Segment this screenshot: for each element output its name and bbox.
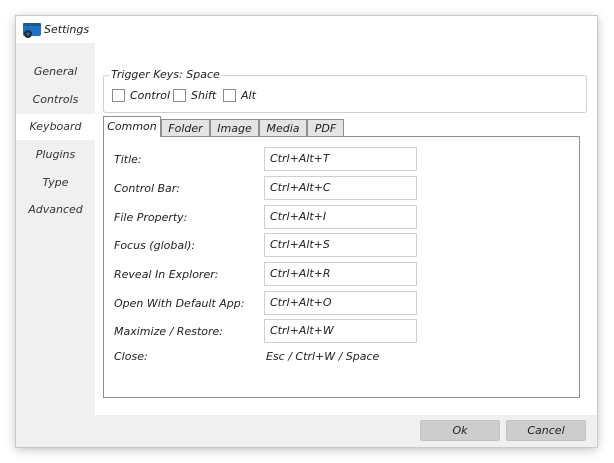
trigger-keys-label: Trigger Keys:	[111, 68, 183, 81]
control-checkbox-box[interactable]	[112, 89, 125, 102]
shortcut-label-title: Title:	[114, 153, 142, 166]
file-property-shortcut-field[interactable]: Ctrl+Alt+I	[264, 205, 417, 229]
dialog-footer: Ok Cancel	[16, 415, 597, 447]
app-window-icon	[23, 23, 41, 38]
common-shortcuts-panel: Title: Ctrl+Alt+T Control Bar: Ctrl+Alt+…	[103, 136, 580, 398]
trigger-keys-value: Space	[186, 68, 220, 81]
sidebar-item-plugins[interactable]: Plugins	[16, 142, 95, 168]
alt-checkbox-box[interactable]	[223, 89, 236, 102]
sidebar-item-type[interactable]: Type	[16, 170, 95, 196]
sidebar-item-keyboard[interactable]: Keyboard	[16, 114, 95, 140]
reveal-in-explorer-shortcut-field[interactable]: Ctrl+Alt+R	[264, 262, 417, 286]
open-with-default-app-shortcut-field[interactable]: Ctrl+Alt+O	[264, 291, 417, 315]
keyboard-settings-panel: Trigger Keys: Space Control Shift Alt Co…	[95, 43, 597, 415]
title-bar[interactable]: Settings	[16, 16, 597, 43]
focus-global-shortcut-field[interactable]: Ctrl+Alt+S	[264, 233, 417, 257]
control-checkbox-label: Control	[130, 89, 171, 102]
cancel-button[interactable]: Cancel	[506, 420, 586, 441]
shift-checkbox-box[interactable]	[173, 89, 186, 102]
trigger-keys-legend: Trigger Keys: Space	[109, 68, 222, 81]
shortcut-label-control-bar: Control Bar:	[114, 182, 181, 195]
tab-folder[interactable]: Folder	[161, 119, 210, 136]
shortcut-label-reveal-in-explorer: Reveal In Explorer:	[114, 268, 219, 281]
ok-button[interactable]: Ok	[420, 420, 500, 441]
alt-checkbox-label: Alt	[241, 89, 256, 102]
shift-checkbox-label: Shift	[191, 89, 217, 102]
title-shortcut-field[interactable]: Ctrl+Alt+T	[264, 147, 417, 171]
sidebar-item-controls[interactable]: Controls	[16, 87, 95, 113]
shortcut-label-open-with-default-app: Open With Default App:	[114, 297, 245, 310]
sidebar: General Controls Keyboard Plugins Type A…	[16, 43, 95, 415]
shortcut-label-focus-global: Focus (global):	[114, 239, 196, 252]
sidebar-item-general[interactable]: General	[16, 59, 95, 85]
sidebar-item-advanced[interactable]: Advanced	[16, 197, 95, 223]
settings-window: Settings General Controls Keyboard Plugi…	[16, 16, 597, 447]
shortcut-label-file-property: File Property:	[114, 211, 188, 224]
window-title: Settings	[44, 23, 90, 36]
shortcut-label-maximize-restore: Maximize / Restore:	[114, 325, 223, 338]
control-bar-shortcut-field[interactable]: Ctrl+Alt+C	[264, 176, 417, 200]
tab-media[interactable]: Media	[259, 119, 307, 136]
tab-pdf[interactable]: PDF	[307, 119, 344, 136]
tab-common[interactable]: Common	[103, 116, 161, 137]
maximize-restore-shortcut-field[interactable]: Ctrl+Alt+W	[264, 319, 417, 343]
close-shortcut-value: Esc / Ctrl+W / Space	[266, 350, 380, 363]
tab-image[interactable]: Image	[210, 119, 259, 136]
shortcut-label-close: Close:	[114, 350, 148, 363]
